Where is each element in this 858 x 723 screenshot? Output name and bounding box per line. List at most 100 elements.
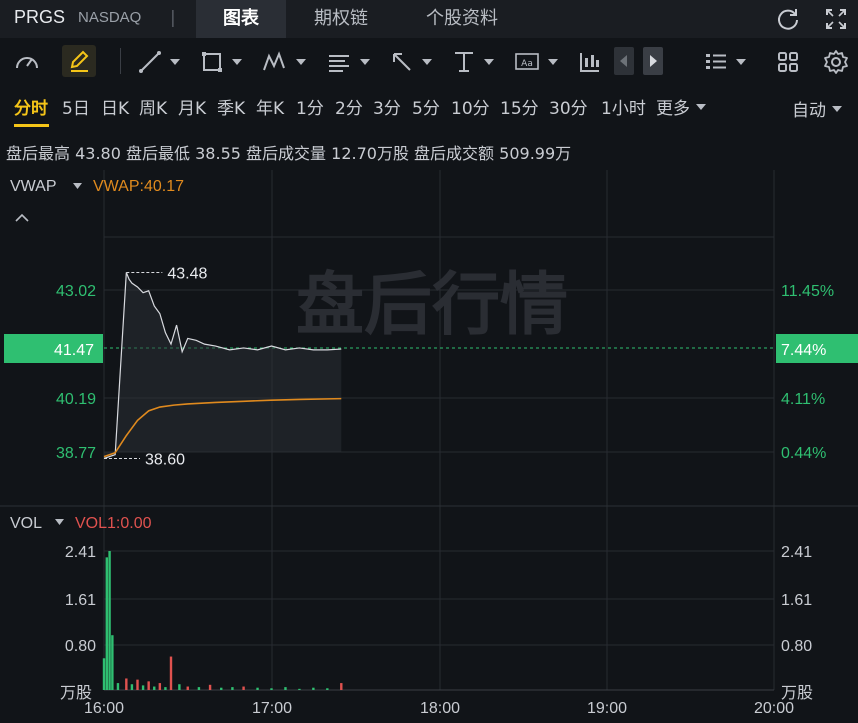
chart-area[interactable]: 盘后行情 VWAP VWAP:40.17 43.02 40.19 38.77 1… xyxy=(0,168,858,723)
volume-bar xyxy=(298,688,301,690)
pct-tick-right: 11.45% xyxy=(781,283,834,300)
period-10m[interactable]: 10分 xyxy=(451,94,490,119)
prev-button[interactable] xyxy=(614,47,634,75)
settings-icon[interactable] xyxy=(823,49,849,75)
gauge-icon[interactable] xyxy=(14,50,40,74)
period-more[interactable]: 更多 xyxy=(656,94,706,119)
stat-high-value: 43.80 xyxy=(75,144,121,163)
stat-volume-label: 盘后成交量 xyxy=(246,144,327,163)
volume-tick-left: 1.61 xyxy=(65,592,96,609)
volume-bar xyxy=(125,678,128,690)
period-year[interactable]: 年K xyxy=(256,94,284,119)
volume-bar xyxy=(178,684,181,690)
time-tick: 16:00 xyxy=(84,700,124,717)
fibonacci-icon xyxy=(329,55,349,72)
pattern-tool[interactable] xyxy=(262,45,306,79)
period-week[interactable]: 周K xyxy=(139,94,167,119)
fibonacci-tool[interactable] xyxy=(326,45,370,79)
arrow-icon xyxy=(393,53,411,71)
volume-bar xyxy=(141,685,145,690)
active-period-underline xyxy=(14,124,49,127)
volume-tick-left: 2.41 xyxy=(65,544,96,561)
stat-volume-value: 12.70万股 xyxy=(331,144,409,163)
volume-bar xyxy=(105,557,108,690)
pen-tool-button[interactable] xyxy=(62,45,96,77)
period-3m[interactable]: 3分 xyxy=(373,94,401,119)
period-1h[interactable]: 1小时 xyxy=(601,94,646,119)
volume-bar xyxy=(147,681,150,690)
volume-bar xyxy=(197,687,201,690)
layout-icon xyxy=(706,54,726,69)
stat-turnover-label: 盘后成交额 xyxy=(414,144,495,163)
volume-bar xyxy=(186,686,189,690)
stat-high-label: 盘后最高 xyxy=(6,144,71,163)
watermark: 盘后行情 xyxy=(296,266,568,345)
auto-scale-label: 自动 xyxy=(792,101,826,121)
period-15m[interactable]: 15分 xyxy=(500,94,539,119)
layout-tool[interactable] xyxy=(704,45,746,79)
vwap-value: VWAP:40.17 xyxy=(93,178,184,195)
header-separator: | xyxy=(170,8,176,28)
volume-bar xyxy=(111,635,114,690)
trend-line-tool[interactable] xyxy=(138,45,180,79)
low-price-label: 38.60 xyxy=(145,451,185,468)
text-icon: Aa xyxy=(515,53,539,70)
volume-indicator-name[interactable]: VOL xyxy=(10,515,42,532)
grid-icon[interactable] xyxy=(776,50,800,74)
volume-bar xyxy=(164,687,167,690)
current-price-value: 41.47 xyxy=(54,342,94,359)
auto-scale-dropdown[interactable]: 自动 xyxy=(792,96,842,121)
volume-bar xyxy=(130,684,134,690)
volume-bar xyxy=(153,686,156,690)
volume-bar xyxy=(169,656,173,690)
tab-chart[interactable]: 图表 xyxy=(196,0,286,38)
period-day[interactable]: 日K xyxy=(101,94,129,119)
volume-bar xyxy=(256,687,259,690)
time-tick: 20:00 xyxy=(754,700,794,717)
period-2m[interactable]: 2分 xyxy=(335,94,363,119)
next-button[interactable] xyxy=(643,47,663,75)
fullscreen-icon[interactable] xyxy=(823,6,849,32)
volume-bar xyxy=(220,687,223,690)
tab-options-chain[interactable]: 期权链 xyxy=(294,0,388,38)
indicator-icon[interactable] xyxy=(578,50,602,74)
stat-low-label: 盘后最低 xyxy=(126,144,191,163)
period-5m[interactable]: 5分 xyxy=(412,94,440,119)
pattern-icon xyxy=(263,51,285,71)
period-5d[interactable]: 5日 xyxy=(62,94,90,119)
time-tick: 18:00 xyxy=(420,700,460,717)
volume-tick-right: 1.61 xyxy=(781,592,812,609)
next-icon xyxy=(650,55,657,67)
volume-bar xyxy=(340,683,343,690)
exchange-name: NASDAQ xyxy=(78,9,142,26)
volume-bar xyxy=(136,679,139,690)
price-tick-left: 43.02 xyxy=(56,283,96,300)
volume-bar xyxy=(326,688,329,690)
tab-company-profile[interactable]: 个股资料 xyxy=(406,0,518,38)
text-tool[interactable]: Aa xyxy=(514,45,558,79)
period-30m[interactable]: 30分 xyxy=(549,94,588,119)
period-more-label: 更多 xyxy=(656,99,690,119)
volume-bar xyxy=(102,658,106,690)
svg-text:Aa: Aa xyxy=(521,59,533,69)
volume-bar xyxy=(312,687,315,690)
volume-bar xyxy=(208,684,212,690)
period-intraday[interactable]: 分时 xyxy=(14,94,48,119)
time-tick: 19:00 xyxy=(587,700,627,717)
volume-bar xyxy=(116,683,120,690)
volume-bar xyxy=(231,687,234,690)
volume-bar xyxy=(284,687,287,690)
price-indicator-name[interactable]: VWAP xyxy=(10,178,57,195)
rectangle-tool[interactable] xyxy=(200,45,242,79)
period-1m[interactable]: 1分 xyxy=(296,94,324,119)
trend-line-icon xyxy=(139,51,161,73)
period-quarter[interactable]: 季K xyxy=(217,94,245,119)
volume-tick-right: 0.80 xyxy=(781,638,812,655)
arrow-tool[interactable] xyxy=(390,45,432,79)
volume-bar xyxy=(158,683,162,690)
period-month[interactable]: 月K xyxy=(178,94,206,119)
volume-bar xyxy=(270,688,273,690)
refresh-icon[interactable] xyxy=(775,6,801,32)
level-tool[interactable] xyxy=(452,45,494,79)
after-hours-stats: 盘后最高 43.80 盘后最低 38.55 盘后成交量 12.70万股 盘后成交… xyxy=(6,140,571,164)
